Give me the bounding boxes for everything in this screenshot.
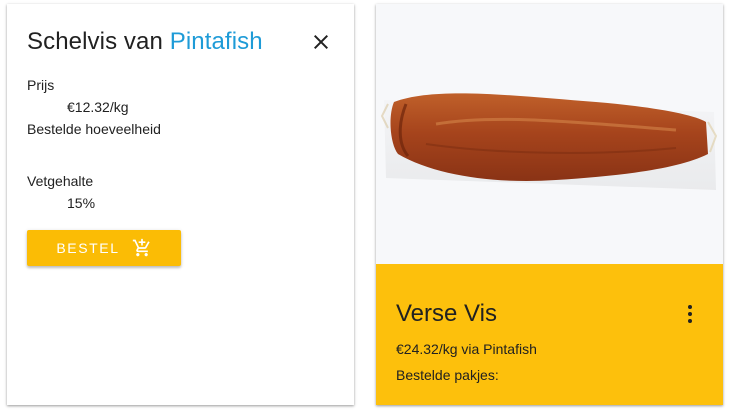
product-image [376, 4, 723, 264]
seller-name: Pintafish [169, 28, 263, 55]
order-button[interactable]: BESTEL [27, 230, 181, 266]
product-detail-card: Schelvis van Pintafish Prijs €12.32/kg B… [7, 4, 354, 405]
ordered-quantity-label: Bestelde hoeveelheid [27, 121, 161, 137]
fat-content-label: Vetgehalte [27, 173, 94, 189]
product-card[interactable]: Verse Vis €24.32/kg via Pintafish Bestel… [376, 4, 723, 405]
more-options-button[interactable] [678, 302, 702, 326]
product-footer: Verse Vis €24.32/kg via Pintafish Bestel… [376, 264, 723, 405]
product-title: Verse Vis [396, 300, 497, 327]
detail-title: Schelvis van Pintafish [27, 28, 263, 56]
close-button[interactable] [309, 30, 333, 54]
ordered-packages-label: Bestelde pakjes: [396, 367, 499, 383]
product-price: €24.32/kg via Pintafish [396, 341, 537, 357]
order-button-label: BESTEL [56, 240, 120, 256]
price-value: €12.32/kg [67, 99, 129, 115]
close-icon [314, 35, 328, 49]
more-vert-icon [688, 305, 692, 323]
price-label: Prijs [27, 77, 55, 93]
fat-content-value: 15% [67, 195, 96, 211]
detail-title-prefix: Schelvis van [27, 28, 163, 55]
smoked-fish-photo [376, 4, 723, 264]
add-shopping-cart-icon [132, 238, 150, 257]
